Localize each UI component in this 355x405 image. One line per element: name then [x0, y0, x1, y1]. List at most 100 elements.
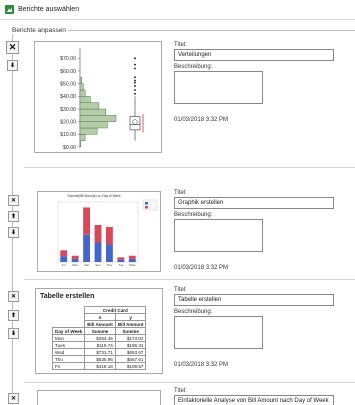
stacked-bar-segment	[128, 258, 136, 262]
y-tick-label: $0.00	[63, 145, 76, 151]
stacked-bar-segment	[106, 226, 113, 245]
remove-report-2-button[interactable]: ✕	[8, 195, 19, 206]
arrow-down-icon: ⬇	[10, 229, 17, 236]
stacked-bar-segment	[60, 250, 68, 257]
y-tick-label: $40.00	[60, 94, 76, 100]
description-label: Beschreibung:	[174, 64, 213, 70]
move-up-report-3-button[interactable]: ⬆	[8, 310, 19, 321]
histogram-bar	[79, 134, 86, 141]
remove-report-1-button[interactable]: ✕	[6, 41, 19, 54]
histogram-bar	[79, 102, 100, 110]
x-tick-label: Mon	[72, 263, 78, 267]
crosstab-table: Credit Card n y Bill Amount Bill Amount …	[51, 306, 147, 370]
stacked-bar-segment	[106, 244, 113, 262]
legend-swatch	[145, 206, 148, 209]
arrow-up-icon: ⬆	[10, 213, 17, 220]
stacked-bar-segment	[71, 258, 79, 262]
report-3-title-input[interactable]: Tabelle erstellen	[174, 294, 334, 306]
crosstab-cell: $173.02	[114, 334, 147, 342]
report-3-fields: Titel: Tabelle erstellen Beschreibung: 0…	[174, 287, 334, 368]
report-1-description-input[interactable]	[174, 71, 263, 104]
x-tick-label: Sun	[95, 263, 101, 267]
report-2-thumbnail: Summe(Bill Amount) vs. Day of Week Fri Mon…	[37, 191, 161, 272]
item-separator	[24, 167, 355, 168]
item-separator	[24, 279, 355, 280]
move-up-report-2-button[interactable]: ⬆	[8, 211, 19, 222]
crosstab-row: Fri $418.18 $109.57	[51, 362, 147, 370]
crosstab-sub-header: y	[114, 313, 147, 321]
chart-title: Summe(Bill Amount) vs. Day of Week	[67, 194, 120, 198]
description-label: Beschreibung:	[174, 212, 213, 218]
report-2-fields: Titel: Graphik erstellen Beschreibung: 0…	[174, 190, 334, 271]
histogram-bar	[79, 121, 108, 129]
crosstab-title: Tabelle erstellen	[40, 293, 95, 300]
crosstab-row: Wed $731.71 $653.67	[51, 348, 147, 356]
y-tick-label: $10.00	[60, 132, 76, 138]
stacked-bar-segment	[128, 255, 136, 259]
report-3-thumbnail: Tabelle erstellen Credit Card n y Bill A…	[35, 288, 163, 374]
crosstab-row: Mon $264.45 $173.02	[51, 334, 147, 342]
crosstab-day: Tues	[51, 341, 86, 349]
legend-swatch	[145, 202, 148, 205]
stacked-bar-segment	[83, 234, 90, 262]
x-tick-label: Wed	[129, 263, 135, 267]
close-icon: ✕	[8, 42, 17, 52]
crosstab-day: Wed	[51, 348, 86, 356]
app-chart-icon	[5, 5, 14, 14]
report-4-thumbnail	[37, 390, 161, 405]
histogram-bar	[79, 83, 84, 91]
window-title: Berichte auswählen	[18, 6, 80, 13]
outlier-point	[134, 81, 136, 84]
close-icon: ✕	[10, 197, 17, 204]
report-4-fields: Titel: Einfaktorielle Analyse von Bill A…	[174, 388, 334, 405]
histogram-bar	[79, 140, 82, 148]
crosstab-cell: $535.96	[84, 355, 116, 363]
move-down-report-2-button[interactable]: ⬇	[8, 227, 19, 238]
report-2-description-input[interactable]	[174, 219, 263, 252]
stacked-bar-segment	[94, 242, 102, 262]
arrow-down-icon: ⬇	[9, 62, 16, 69]
move-down-report-3-button[interactable]: ⬇	[8, 328, 19, 339]
x-tick-label: Thu	[107, 263, 113, 267]
crosstab-day: Mon	[51, 334, 86, 342]
title-label: Titel:	[174, 42, 187, 48]
description-label: Beschreibung:	[174, 309, 213, 315]
y-tick-label: $70.00	[60, 56, 76, 62]
crosstab-day: Fri	[51, 362, 86, 370]
crosstab-row: Thu $535.96 $567.61	[51, 355, 147, 363]
stacked-bar-segment	[71, 255, 79, 259]
arrow-up-icon: ⬆	[10, 312, 17, 319]
move-down-report-1-button[interactable]: ⬇	[7, 60, 18, 71]
remove-report-3-button[interactable]: ✕	[8, 291, 19, 302]
window-titlebar: Berichte auswählen	[0, 0, 355, 20]
crosstab-cell: $653.67	[114, 348, 147, 356]
crosstab-group-header: Credit Card	[84, 306, 147, 314]
y-tick-label: $60.00	[60, 69, 76, 75]
crosstab-cell: $567.61	[114, 355, 147, 363]
report-2-title-input[interactable]: Graphik erstellen	[174, 197, 334, 209]
outlier-point	[134, 76, 136, 79]
report-4-title-input[interactable]: Einfaktorielle Analyse von Bill Amount n…	[174, 395, 334, 405]
remove-report-4-button[interactable]: ✕	[8, 393, 19, 404]
histogram-bar	[79, 127, 98, 135]
crosstab-stat-label: Summe	[114, 327, 147, 335]
report-3-description-input[interactable]	[174, 316, 263, 349]
stacked-bar-segment	[83, 207, 90, 235]
histogram-bar	[79, 77, 82, 84]
y-tick-label: $30.00	[60, 107, 76, 113]
crosstab-sub-header: n	[84, 313, 116, 321]
histogram-bar	[79, 96, 91, 103]
report-1-title-input[interactable]: Verteilungen	[174, 49, 334, 61]
x-tick-label: Tue	[118, 263, 123, 267]
crosstab-cell: $731.71	[84, 348, 116, 356]
report-1-date: 01/03/2018 3:32 PM	[174, 117, 229, 123]
outlier-point	[134, 57, 136, 60]
stacked-bar-segment	[117, 257, 125, 260]
histogram-bar	[79, 89, 86, 97]
report-1-fields: Titel: Verteilungen Beschreibung: 01/03/…	[174, 42, 334, 123]
crosstab-cell: $196.31	[114, 341, 147, 349]
crosstab-cell: $264.45	[84, 334, 116, 342]
outlier-point	[134, 85, 136, 87]
title-label: Titel:	[174, 388, 187, 394]
y-tick-label: $20.00	[60, 119, 76, 125]
